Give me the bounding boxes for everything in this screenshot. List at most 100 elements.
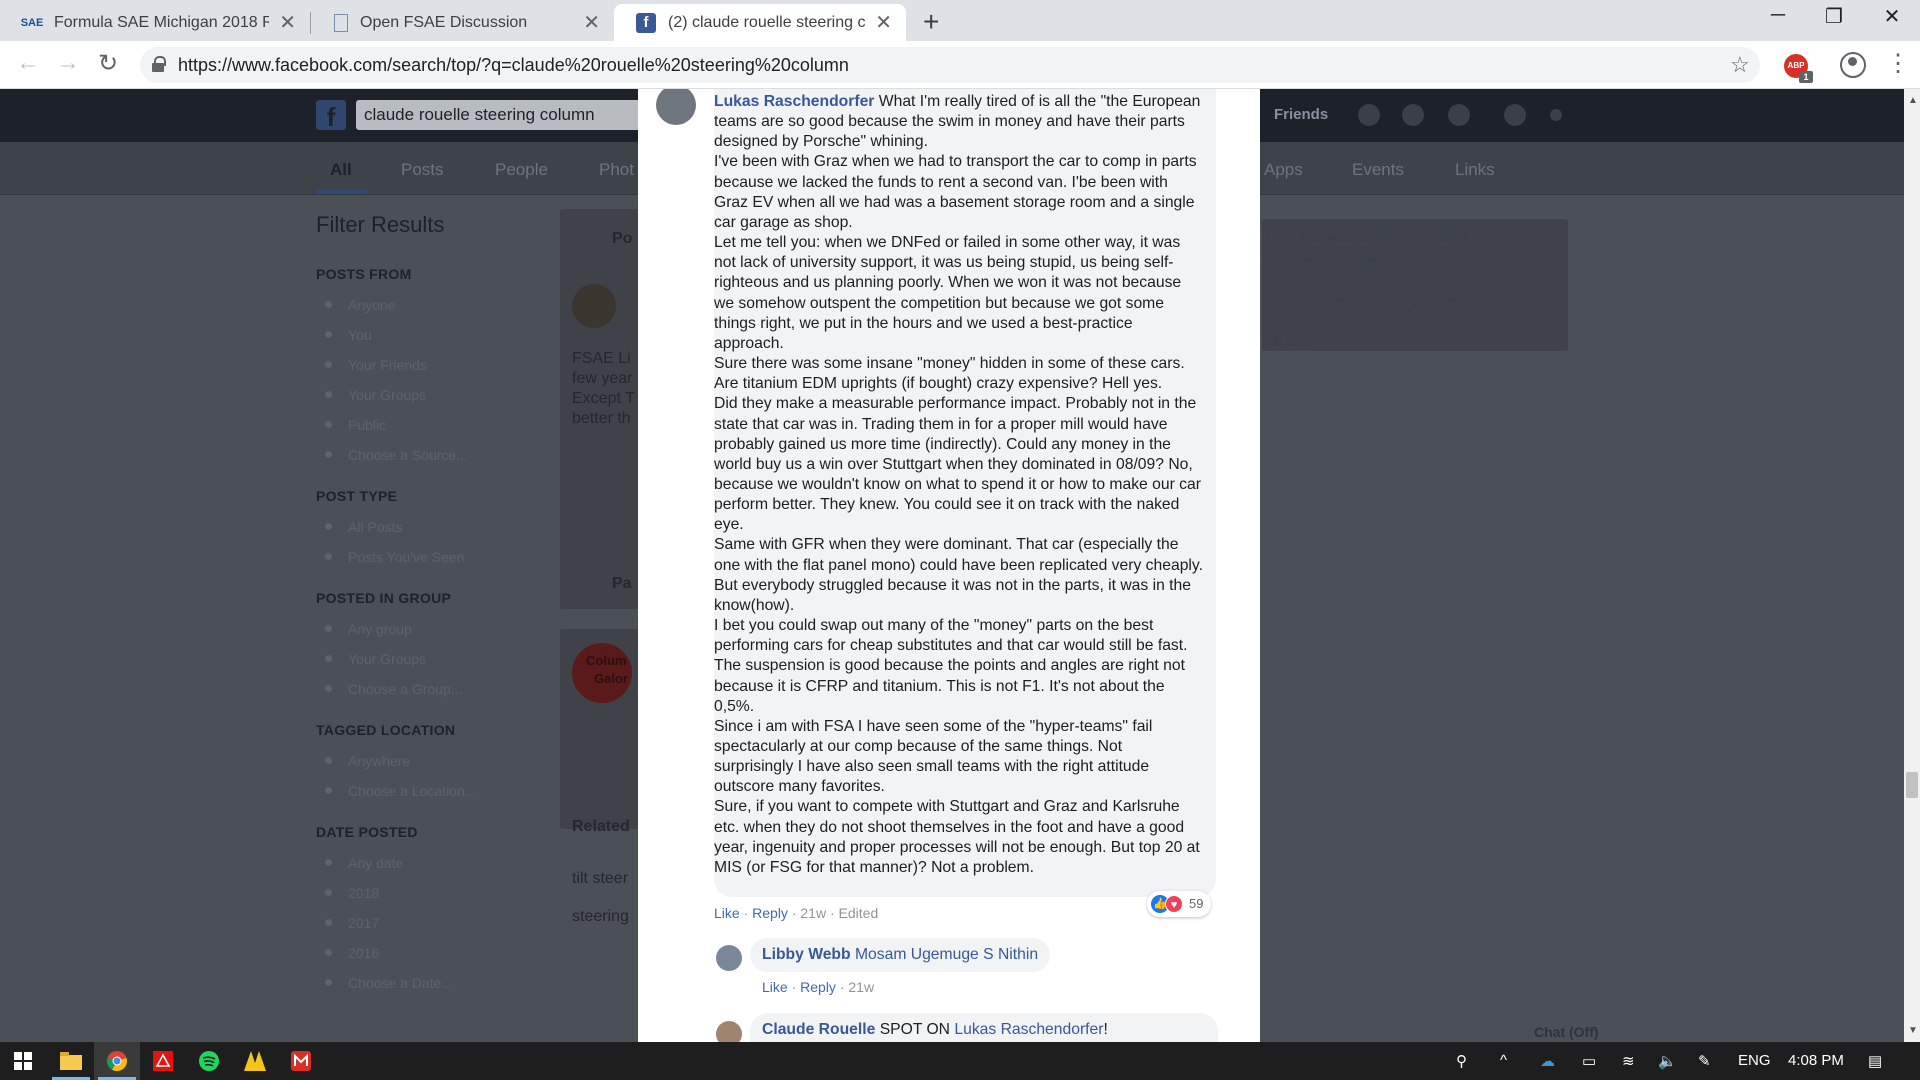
forward-icon[interactable]: → bbox=[52, 49, 84, 77]
filter-option[interactable]: Posts You've Seen bbox=[316, 542, 496, 572]
notifications-icon[interactable] bbox=[1448, 104, 1470, 126]
related-link[interactable]: steering bbox=[572, 907, 629, 927]
comment-author-link[interactable]: Lukas Raschendorfer bbox=[714, 93, 874, 110]
filter-option[interactable]: 2017 bbox=[316, 908, 496, 938]
action-center-icon[interactable]: ▤ bbox=[1868, 1052, 1882, 1070]
language-links[interactable]: uês (Brasil) · Deutsch bbox=[1262, 249, 1387, 264]
tab-links[interactable]: Links bbox=[1455, 160, 1495, 180]
reactions-summary[interactable]: 👍 ♥ 59 bbox=[1147, 891, 1211, 917]
spotify-icon[interactable] bbox=[186, 1042, 232, 1080]
back-icon[interactable]: ← bbox=[12, 49, 44, 77]
people-icon[interactable]: ⚲ bbox=[1456, 1052, 1467, 1070]
filter-option[interactable]: Any date bbox=[316, 848, 496, 878]
comment-age[interactable]: 21w bbox=[800, 905, 826, 921]
filter-option[interactable]: Choose a Location... bbox=[316, 776, 496, 806]
windows-start-icon[interactable] bbox=[0, 1042, 46, 1080]
file-explorer-icon[interactable] bbox=[48, 1042, 94, 1080]
tagged-user-link[interactable]: Lukas Raschendorfer bbox=[954, 1021, 1103, 1038]
restore-icon[interactable]: ❐ bbox=[1814, 4, 1854, 29]
filter-option[interactable]: 2018 bbox=[316, 878, 496, 908]
filter-option[interactable]: Public bbox=[316, 410, 496, 440]
tagged-users-link[interactable]: Mosam Ugemuge S Nithin bbox=[855, 946, 1038, 963]
window-close-icon[interactable]: ✕ bbox=[1872, 4, 1912, 29]
language-links[interactable]: (US) · Français (Canada) · Español bbox=[1262, 229, 1466, 244]
reply-avatar[interactable] bbox=[716, 1021, 742, 1042]
chevron-down-icon[interactable] bbox=[1550, 109, 1562, 121]
facebook-search-input[interactable]: claude rouelle steering column bbox=[356, 100, 656, 130]
tab-open-fsae[interactable]: Open FSAE Discussion ✕ bbox=[312, 4, 614, 41]
friend-requests-icon[interactable] bbox=[1358, 104, 1380, 126]
tab-all[interactable]: All bbox=[330, 160, 352, 180]
friends-link[interactable]: Friends bbox=[1274, 106, 1328, 123]
chrome-menu-icon[interactable]: ⋮ bbox=[1886, 49, 1910, 78]
filter-option[interactable]: Choose a Source... bbox=[316, 440, 496, 470]
commenter-avatar[interactable] bbox=[656, 89, 696, 125]
related-link[interactable]: tilt steer bbox=[572, 869, 628, 889]
tab-photos[interactable]: Phot bbox=[599, 160, 634, 180]
post-avatar bbox=[572, 284, 616, 328]
new-tab-plus-icon[interactable]: + bbox=[923, 6, 939, 38]
battery-icon[interactable]: ▭ bbox=[1582, 1052, 1596, 1070]
reply-avatar[interactable] bbox=[716, 945, 742, 971]
filter-option[interactable]: 2016 bbox=[316, 938, 496, 968]
filter-option[interactable]: Any group bbox=[316, 614, 496, 644]
input-language[interactable]: ENG bbox=[1738, 1052, 1771, 1069]
like-button[interactable]: Like bbox=[714, 905, 740, 921]
filter-option[interactable]: Your Groups bbox=[316, 644, 496, 674]
filter-option[interactable]: Anywhere bbox=[316, 746, 496, 776]
reply-author-link[interactable]: Libby Webb bbox=[762, 946, 851, 963]
gmail-icon[interactable] bbox=[278, 1042, 324, 1080]
close-tab-icon[interactable]: ✕ bbox=[875, 10, 892, 35]
onedrive-icon[interactable]: ☁ bbox=[1540, 1052, 1555, 1070]
pen-icon[interactable]: ✎ bbox=[1698, 1052, 1711, 1070]
reply-button[interactable]: Reply bbox=[752, 905, 788, 921]
reply-button[interactable]: Reply bbox=[800, 979, 836, 995]
scroll-up-arrow-icon[interactable]: ▲ bbox=[1908, 95, 1918, 106]
close-tab-icon[interactable]: ✕ bbox=[279, 10, 296, 35]
reply-age[interactable]: 21w bbox=[848, 979, 874, 995]
filter-option[interactable]: Your Friends bbox=[316, 350, 496, 380]
filter-option[interactable]: Anyone bbox=[316, 290, 496, 320]
comment-body: Lukas Raschendorfer What I'm really tire… bbox=[714, 92, 1204, 878]
tab-posts[interactable]: Posts bbox=[401, 160, 444, 180]
tab-fsae-michigan[interactable]: SAE Formula SAE Michigan 2018 Resu ✕ bbox=[0, 4, 310, 41]
reply-author-link[interactable]: Claude Rouelle bbox=[762, 1021, 875, 1038]
scrollbar-thumb[interactable] bbox=[1906, 772, 1918, 798]
acrobat-icon[interactable] bbox=[140, 1042, 186, 1080]
sae-favicon-icon: SAE bbox=[20, 16, 44, 29]
address-bar[interactable]: https://www.facebook.com/search/top/?q=c… bbox=[140, 47, 1760, 83]
account-icon[interactable] bbox=[1840, 52, 1866, 78]
adblock-extension-icon[interactable]: ABP 1 bbox=[1784, 54, 1813, 83]
chrome-icon[interactable] bbox=[94, 1042, 140, 1080]
reload-icon[interactable]: ↻ bbox=[92, 49, 124, 78]
show-hidden-icons-chevron-up-icon[interactable]: ^ bbox=[1500, 1052, 1507, 1069]
filter-option[interactable]: You bbox=[316, 320, 496, 350]
tab-facebook-search[interactable]: f (2) claude rouelle steering colum ✕ bbox=[614, 4, 906, 41]
tab-events[interactable]: Events bbox=[1352, 160, 1404, 180]
close-tab-icon[interactable]: ✕ bbox=[583, 10, 600, 35]
love-reaction-icon: ♥ bbox=[1165, 895, 1183, 913]
like-button[interactable]: Like bbox=[762, 979, 788, 995]
tab-people[interactable]: People bbox=[495, 160, 548, 180]
footer-links[interactable]: · Terms · Advertising · Ad Choices ▷ bbox=[1262, 294, 1471, 310]
chat-off-label[interactable]: Chat (Off) bbox=[1534, 1024, 1599, 1040]
page-scrollbar[interactable]: ▲ ▼ bbox=[1904, 89, 1920, 1042]
filter-option[interactable]: Choose a Date... bbox=[316, 968, 496, 998]
url-text[interactable]: https://www.facebook.com/search/top/?q=c… bbox=[178, 55, 849, 76]
scroll-down-arrow-icon[interactable]: ▼ bbox=[1908, 1025, 1918, 1036]
filter-option[interactable]: Your Groups bbox=[316, 380, 496, 410]
filter-option[interactable]: All Posts bbox=[316, 512, 496, 542]
tab-title: Open FSAE Discussion bbox=[360, 13, 528, 31]
help-icon[interactable] bbox=[1504, 104, 1526, 126]
edited-label[interactable]: Edited bbox=[839, 905, 879, 921]
clock[interactable]: 4:08 PM bbox=[1788, 1052, 1844, 1069]
norton-icon[interactable] bbox=[232, 1042, 278, 1080]
messages-icon[interactable] bbox=[1402, 104, 1424, 126]
footer-links[interactable]: · More · bbox=[1262, 314, 1308, 329]
bookmark-star-icon[interactable]: ☆ bbox=[1730, 52, 1750, 78]
tab-apps[interactable]: Apps bbox=[1264, 160, 1303, 180]
volume-icon[interactable]: 🔈 bbox=[1658, 1052, 1677, 1070]
filter-option[interactable]: Choose a Group... bbox=[316, 674, 496, 704]
wifi-icon[interactable]: ≋ bbox=[1622, 1052, 1635, 1070]
minimize-icon[interactable]: ─ bbox=[1758, 4, 1798, 27]
